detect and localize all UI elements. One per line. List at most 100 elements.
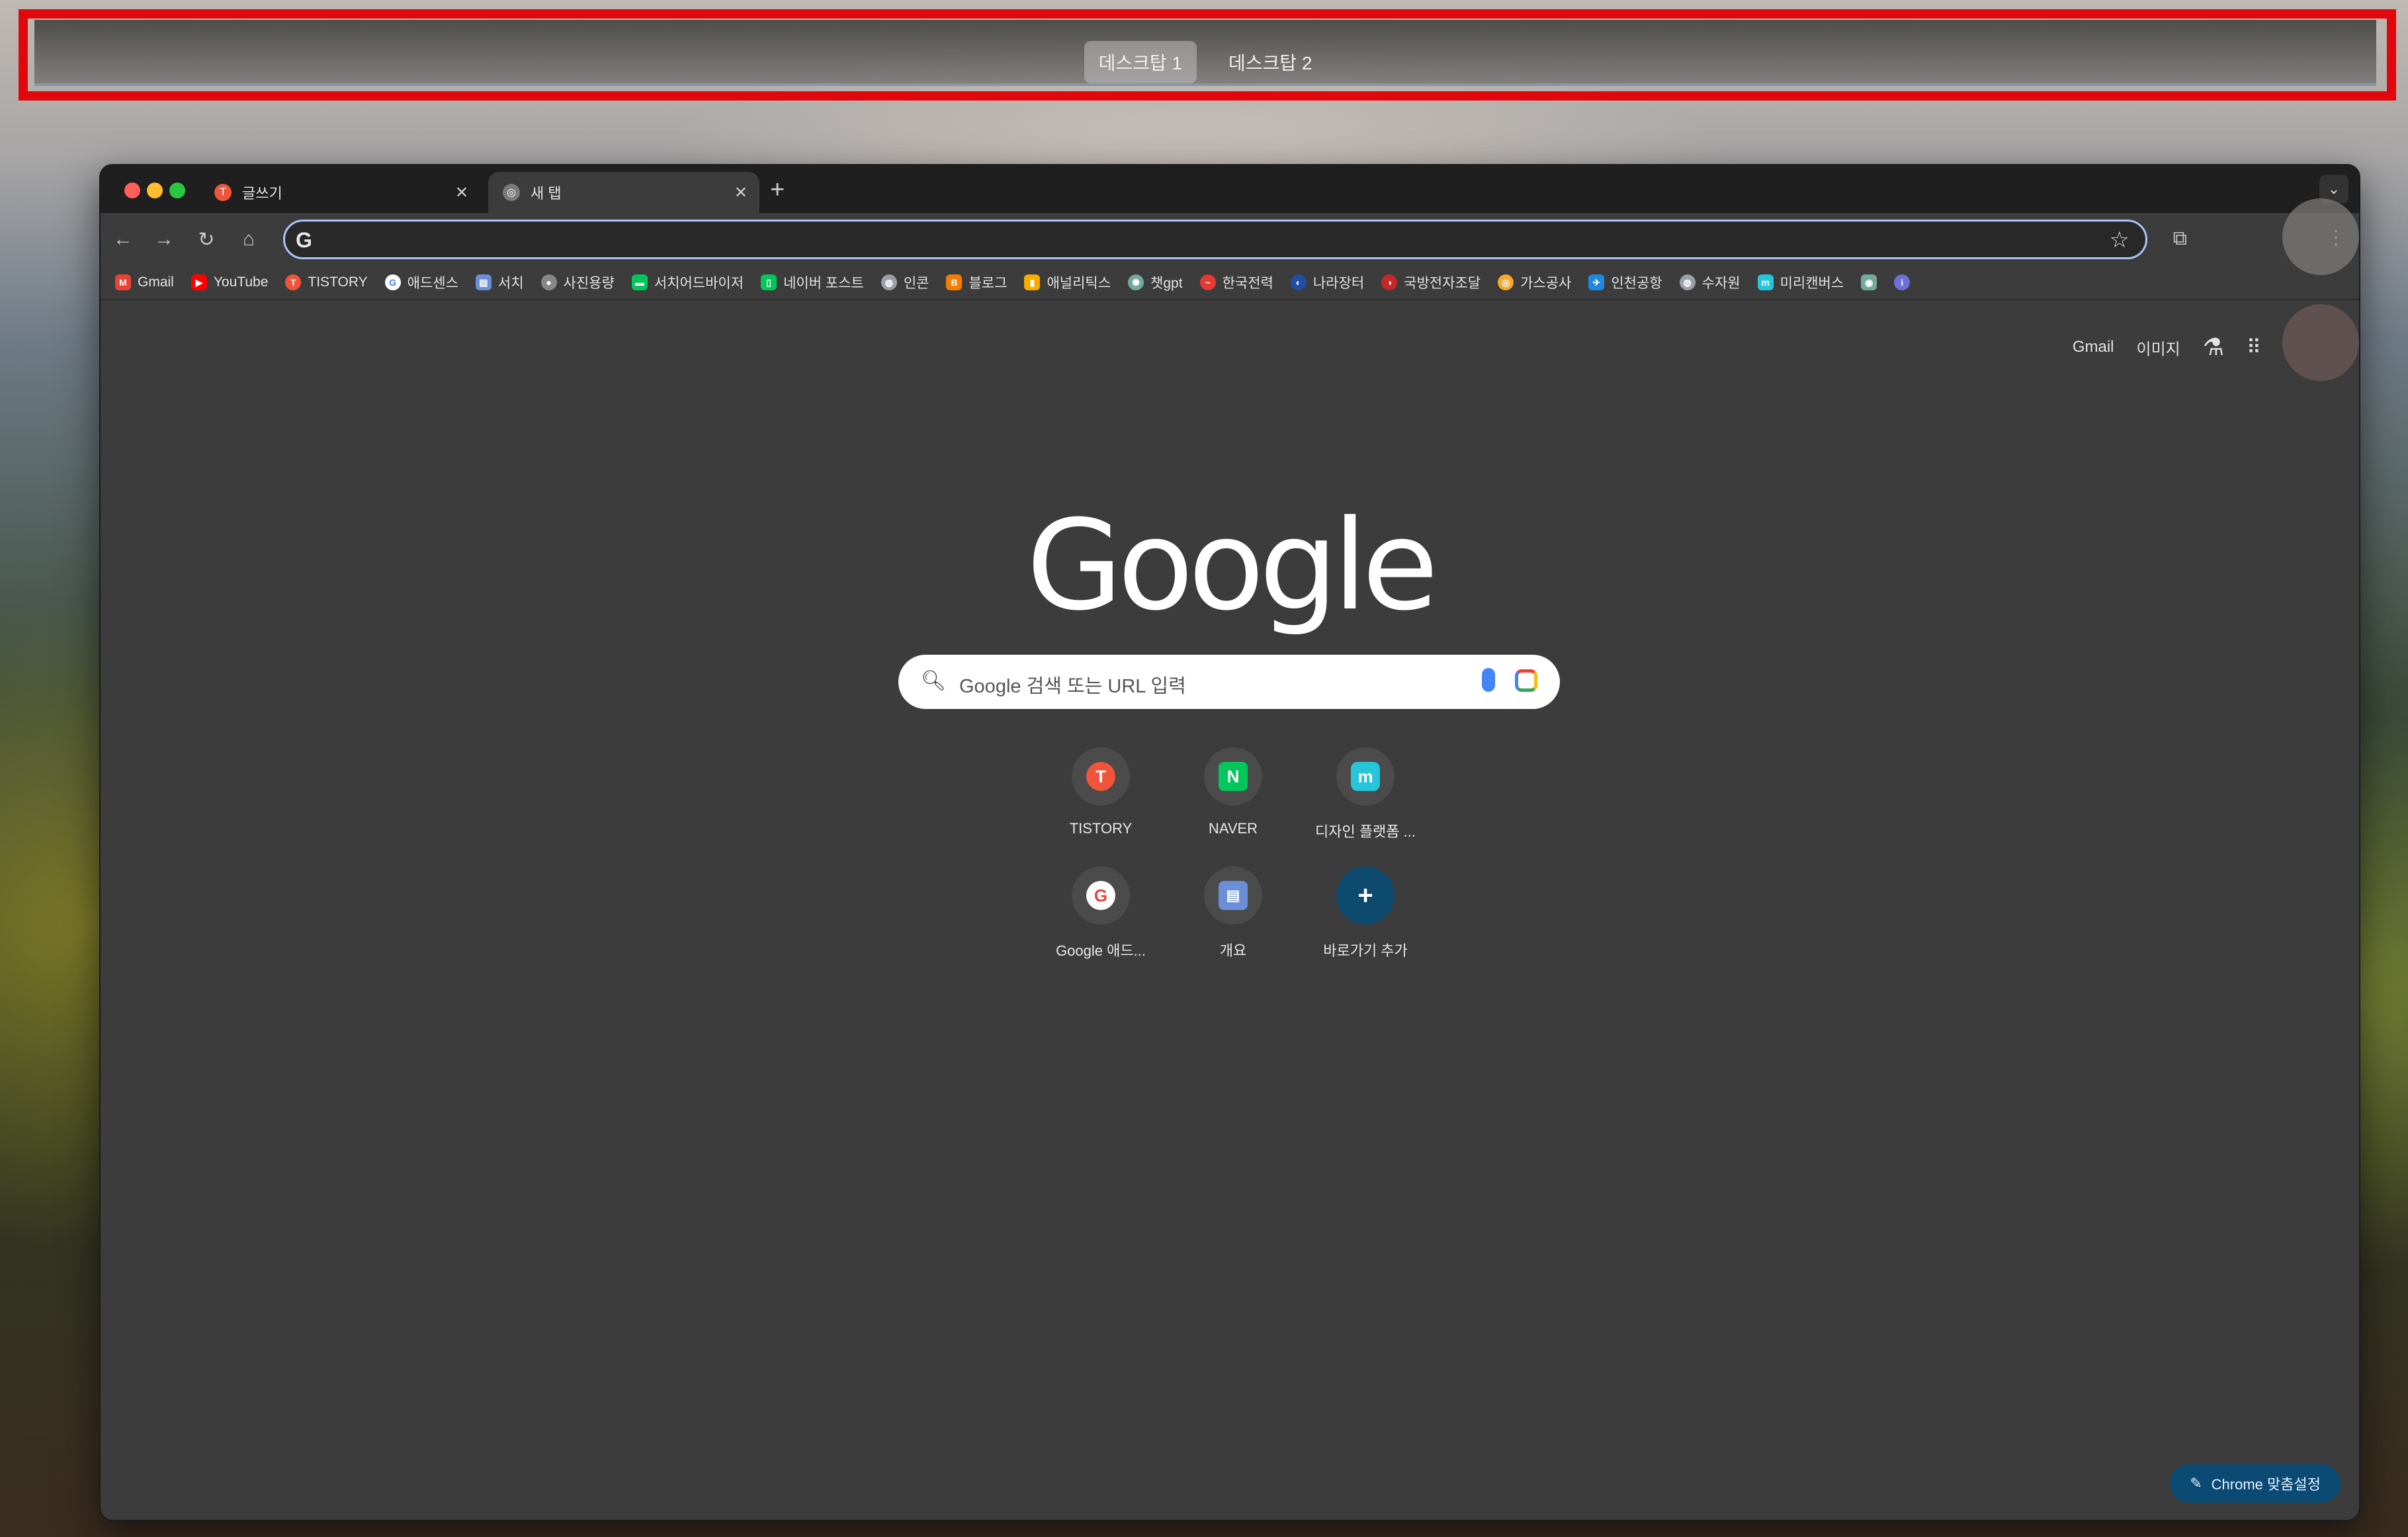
bookmark-miricanvas[interactable]: m 미리캔버스: [1757, 272, 1844, 292]
labs-flask-icon[interactable]: ⚗: [2203, 333, 2224, 361]
minimize-window-button[interactable]: [147, 183, 163, 198]
gas-icon: ◎: [1498, 274, 1514, 290]
back-button[interactable]: ←: [110, 226, 136, 253]
blogger-icon: B: [946, 274, 963, 290]
bookmark-naver-post[interactable]: ▯ 네이버 포스트: [761, 272, 864, 292]
forward-button[interactable]: →: [151, 226, 177, 253]
shortcut-label: Google 애드...: [1056, 942, 1146, 959]
globe-icon: ◍: [881, 274, 897, 290]
microphone-icon[interactable]: [1482, 668, 1495, 692]
close-icon[interactable]: ✕: [734, 183, 748, 202]
bookmark-incon[interactable]: ◍ 인콘: [881, 272, 929, 292]
panda-icon: ●: [540, 274, 557, 290]
customize-chrome-button[interactable]: ✎ Chrome 맞춤설정: [2170, 1464, 2341, 1503]
tistory-icon: T: [214, 184, 232, 201]
naver-post-icon: ▯: [761, 274, 777, 290]
bookmark-extension[interactable]: i: [1894, 274, 1911, 290]
shortcut-label: 바로가기 추가: [1323, 942, 1408, 959]
ntp-search-box[interactable]: 🔍︎ Google 검색 또는 URL 입력: [898, 655, 1560, 709]
gmail-icon: M: [115, 274, 131, 290]
bookmark-gmail[interactable]: M Gmail: [115, 274, 174, 290]
shortcut-tile: m: [1336, 747, 1395, 806]
bookmark-search-advisor[interactable]: ▬ 서치어드바이저: [631, 272, 744, 292]
tab-strip: T 글쓰기 ✕ ◎ 새 탭 ✕ + ⌄: [101, 165, 2359, 213]
shortcut-grid: T TISTORY N NAVER m 디자인 플랫폼 ... G Google…: [1035, 747, 1432, 960]
bookmark-naramarket[interactable]: ◐ 나라장터: [1290, 272, 1364, 292]
search-placeholder: Google 검색 또는 URL 입력: [959, 676, 1186, 697]
bookmark-blog[interactable]: B 블로그: [946, 272, 1007, 292]
shortcut-design-platform[interactable]: m 디자인 플랫폼 ...: [1299, 747, 1432, 841]
gmail-link[interactable]: Gmail: [2073, 338, 2114, 356]
add-shortcut-button[interactable]: + 바로가기 추가: [1299, 866, 1432, 960]
tab-new-tab[interactable]: ◎ 새 탭 ✕: [488, 172, 759, 213]
bookmark-analytics[interactable]: ▮ 애널리틱스: [1024, 272, 1111, 292]
naver-advisor-icon: ▬: [631, 274, 648, 290]
home-button[interactable]: ⌂: [236, 226, 262, 253]
google-lens-icon[interactable]: [1515, 669, 1537, 692]
tab-title: 새 탭: [531, 185, 562, 202]
account-avatar[interactable]: [2282, 304, 2359, 381]
url-input[interactable]: [325, 227, 2045, 253]
shortcut-tile: N: [1204, 747, 1262, 806]
pencil-icon: ✎: [2190, 1475, 2202, 1491]
globe-icon: ◍: [1679, 274, 1696, 290]
bookmark-tistory[interactable]: T TISTORY: [285, 274, 368, 290]
bookmark-chatgpt[interactable]: ✺ 챗gpt: [1128, 272, 1183, 292]
bookmark-adsense[interactable]: G 애드센스: [384, 272, 458, 292]
shortcut-tistory[interactable]: T TISTORY: [1035, 747, 1167, 841]
arrow-right-icon: →: [154, 228, 174, 250]
zoom-window-button[interactable]: [169, 183, 185, 198]
analytics-icon: ▮: [1024, 274, 1041, 290]
defense-icon: ◑: [1381, 274, 1398, 290]
tab-writing[interactable]: T 글쓰기 ✕: [200, 172, 480, 213]
app-icon: ◉: [1861, 274, 1877, 290]
tistory-icon: T: [1086, 762, 1115, 791]
new-tab-button[interactable]: +: [770, 176, 785, 204]
google-logo: Google: [1026, 493, 1439, 638]
shortcut-label: 디자인 플랫폼 ...: [1314, 823, 1416, 840]
search-console-icon: ▤: [1219, 881, 1248, 910]
mission-control-bar: 데스크탑 1 데스크탑 2: [34, 20, 2376, 86]
desktop-list: 데스크탑 1 데스크탑 2: [34, 41, 2376, 83]
shortcut-naver[interactable]: N NAVER: [1167, 747, 1299, 841]
bookmark-kepco[interactable]: ~ 한국전력: [1199, 272, 1273, 292]
shortcut-tile: ▤: [1204, 866, 1262, 925]
shortcut-tile: +: [1336, 866, 1395, 925]
search-console-icon: ▤: [475, 274, 492, 290]
bookmark-search[interactable]: ▤ 서치: [475, 272, 524, 292]
naramarket-icon: ◐: [1290, 274, 1307, 290]
bookmark-star-icon[interactable]: ☆: [2110, 227, 2129, 253]
shortcut-label: 개요: [1219, 942, 1247, 959]
bookmarks-bar: M Gmail ▶ YouTube T TISTORY G 애드센스 ▤ 서치 ● 사진용량…: [101, 266, 2359, 300]
bookmark-water[interactable]: ◍ 수자원: [1679, 272, 1741, 292]
shortcut-tile: G: [1072, 866, 1130, 925]
address-bar[interactable]: G ☆: [283, 220, 2147, 259]
tistory-icon: T: [285, 274, 302, 290]
chrome-icon: ◎: [503, 184, 520, 201]
bookmark-photo-size[interactable]: ● 사진용량: [540, 272, 615, 292]
desktop-1-button[interactable]: 데스크탑 1: [1084, 41, 1197, 83]
bookmark-defense[interactable]: ◑ 국방전자조달: [1381, 272, 1481, 292]
bookmark-app[interactable]: ◉: [1861, 274, 1877, 290]
profile-avatar[interactable]: [2282, 198, 2359, 275]
miricanvas-icon: m: [1757, 274, 1774, 290]
shortcut-label: TISTORY: [1069, 820, 1133, 837]
extensions-icon[interactable]: ⧉: [2173, 228, 2187, 250]
plus-icon: +: [1357, 880, 1373, 910]
desktop-2-button[interactable]: 데스크탑 2: [1214, 41, 1326, 83]
toolbar: ← → ↻ ⌂ G ☆ ⧉ ⋮: [101, 213, 2359, 266]
bookmark-gas[interactable]: ◎ 가스공사: [1498, 272, 1571, 292]
google-icon: G: [384, 274, 401, 290]
shortcut-google-ads[interactable]: G Google 애드...: [1035, 866, 1167, 960]
reload-button[interactable]: ↻: [193, 226, 220, 253]
close-icon[interactable]: ✕: [455, 183, 468, 202]
ntp-top-links: Gmail 이미지 ⚗ ⠿: [2073, 333, 2261, 361]
bookmark-airport[interactable]: ✈ 인천공항: [1588, 272, 1662, 292]
reload-icon: ↻: [198, 228, 215, 251]
shortcut-overview[interactable]: ▤ 개요: [1167, 866, 1299, 960]
extension-icon: i: [1894, 274, 1911, 290]
apps-grid-icon[interactable]: ⠿: [2247, 336, 2261, 359]
close-window-button[interactable]: [124, 183, 140, 198]
bookmark-youtube[interactable]: ▶ YouTube: [191, 274, 268, 290]
images-link[interactable]: 이미지: [2136, 336, 2180, 359]
